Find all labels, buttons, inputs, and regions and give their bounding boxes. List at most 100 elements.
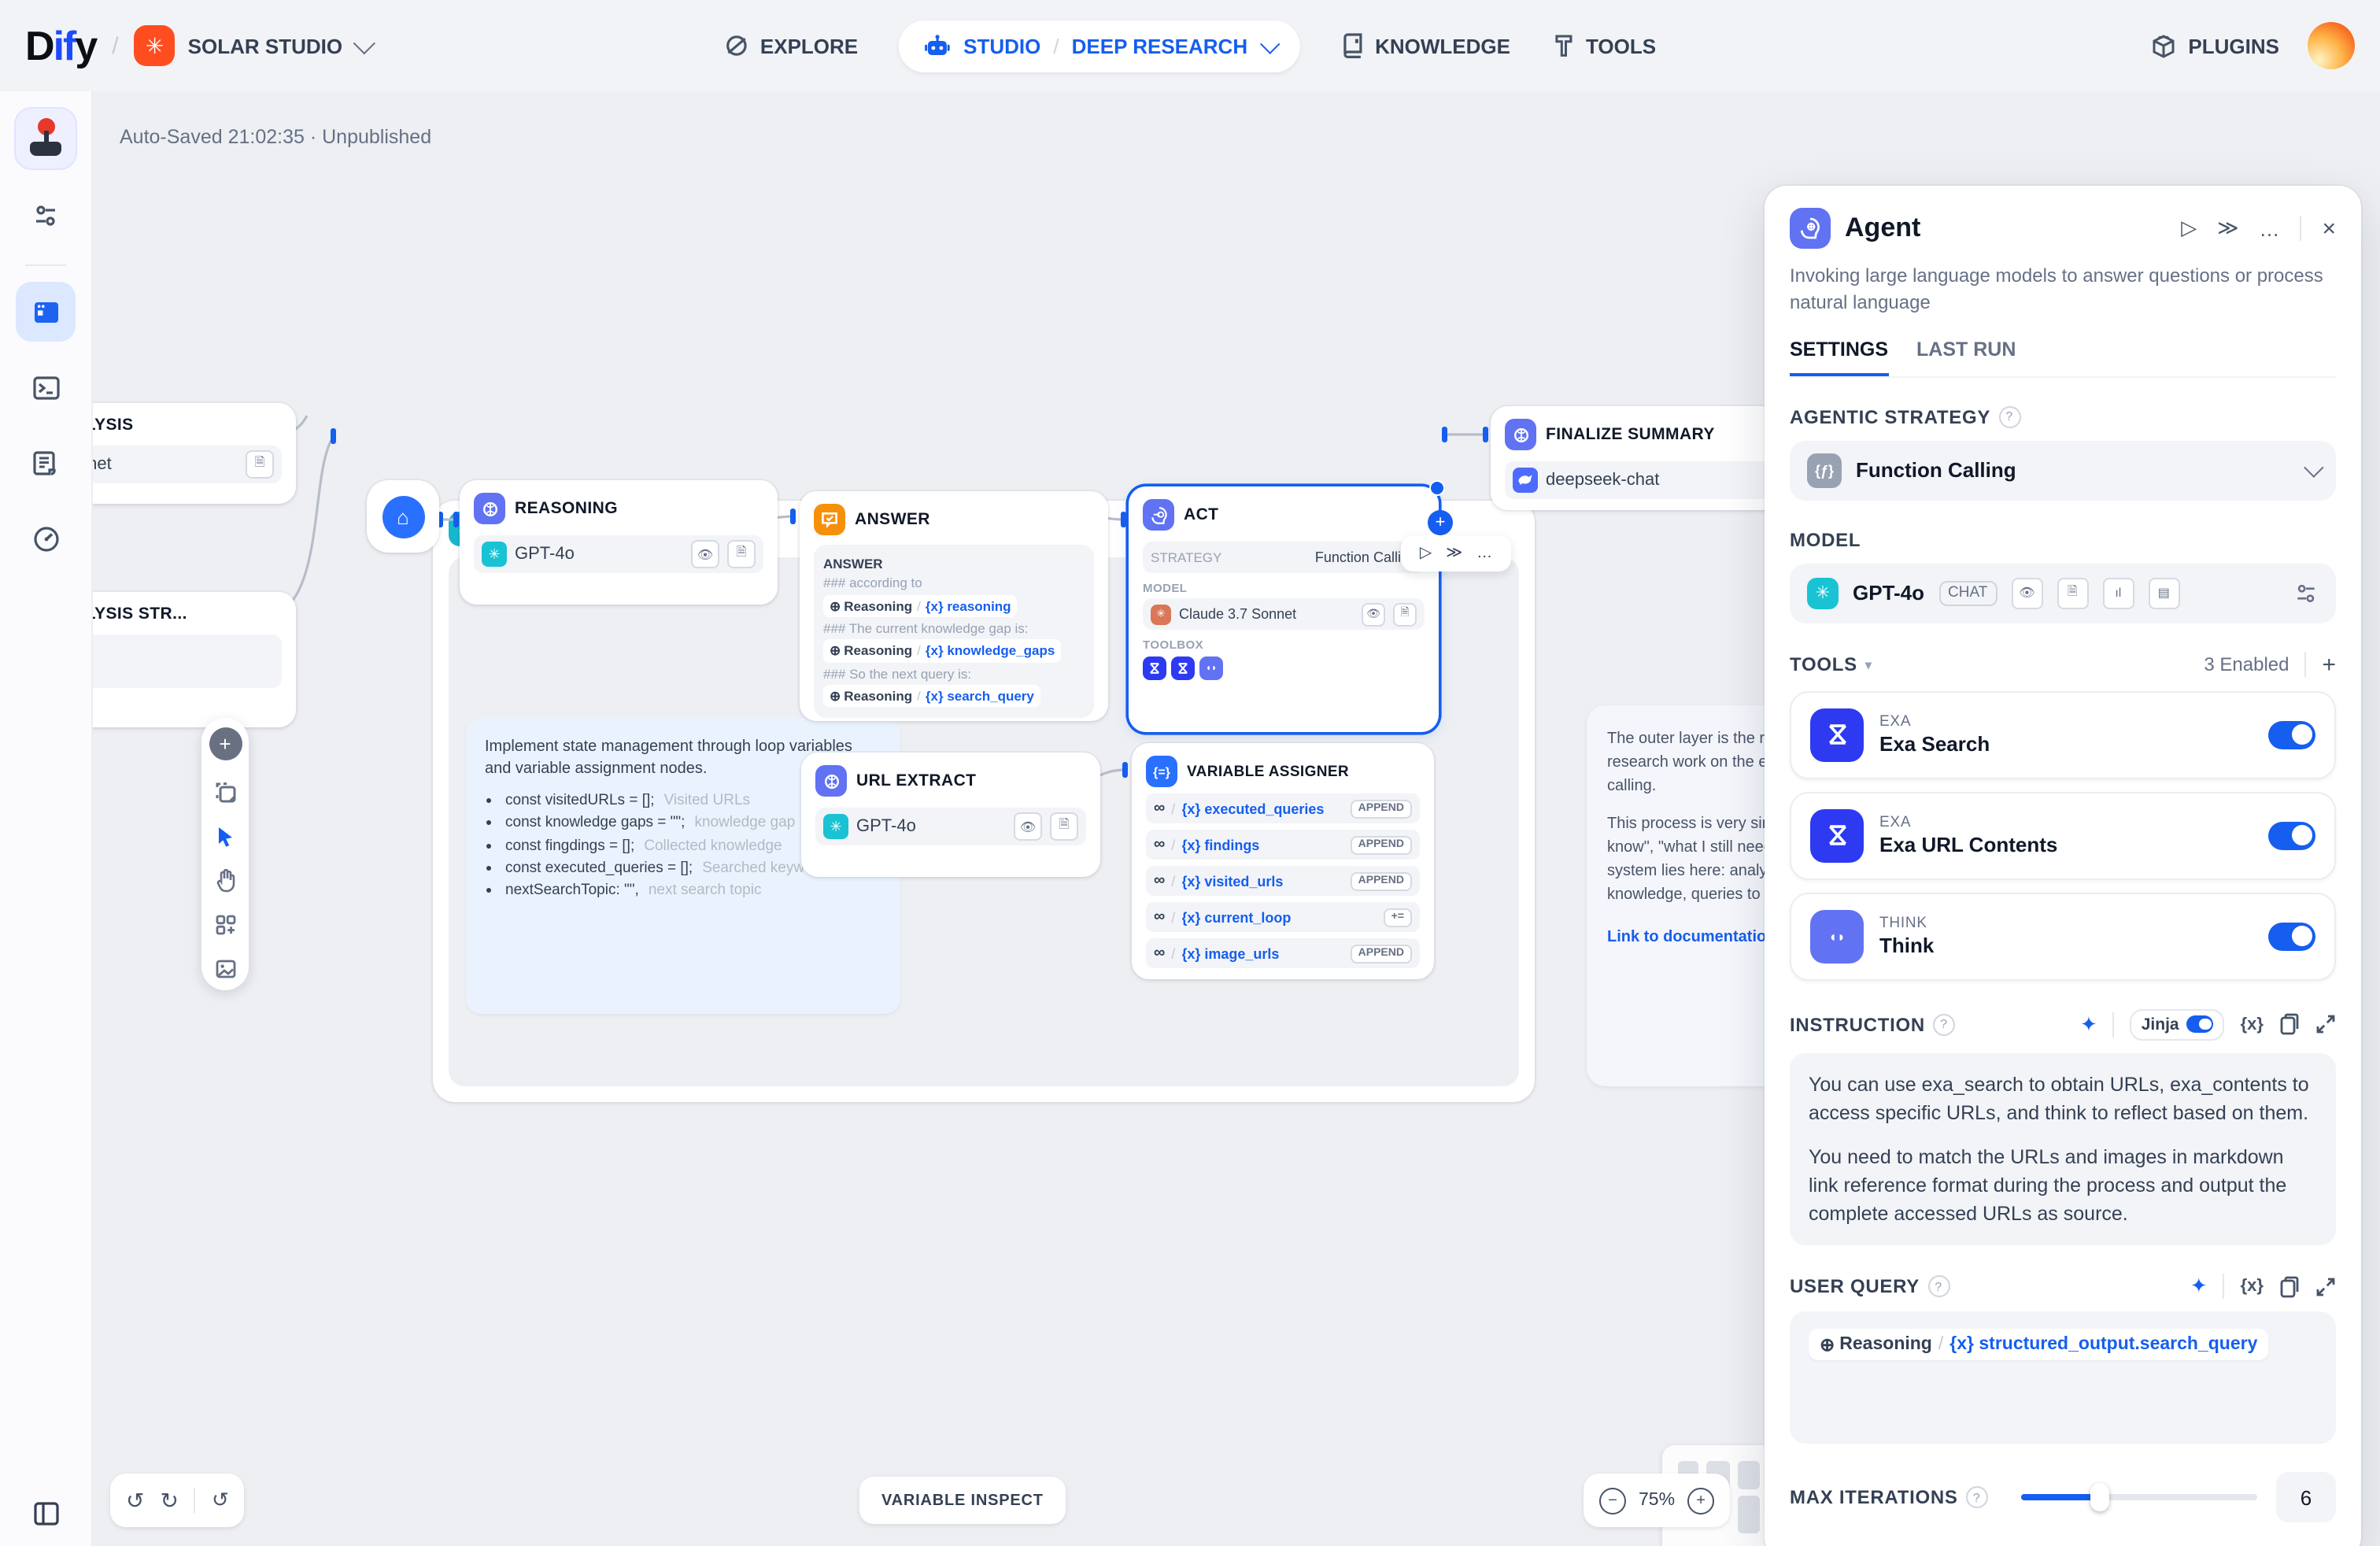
exa-search-icon[interactable] — [1143, 656, 1166, 680]
file-icon[interactable]: 🗎 — [727, 540, 756, 568]
file-icon: 🗎 — [2057, 578, 2088, 609]
redo-icon[interactable]: ↻ — [160, 1487, 178, 1514]
ref-node: Reasoning — [844, 596, 912, 616]
zoom-in-icon[interactable]: + — [1687, 1487, 1714, 1514]
copy-icon[interactable] — [2279, 1275, 2300, 1299]
node-act[interactable]: ACT STRATEGY Function Calling MODEL ✳ Cl… — [1129, 486, 1439, 732]
instruction-editor[interactable]: You can use exa_search to obtain URLs, e… — [1790, 1053, 2336, 1246]
panel-title[interactable]: Agent — [1845, 213, 2167, 244]
sidebar-item-orchestrate[interactable] — [16, 282, 76, 342]
user-query-header: USER QUERY? ✦ {x} — [1790, 1274, 2336, 1300]
file-icon[interactable]: 🗎 — [246, 450, 274, 479]
pointer-cursor-icon[interactable] — [214, 825, 236, 849]
user-avatar[interactable] — [2308, 22, 2355, 69]
run-icon[interactable]: ▷ — [2181, 216, 2197, 241]
max-iterations-value[interactable]: 6 — [2276, 1473, 2336, 1523]
dify-logo[interactable]: Dify — [25, 21, 96, 70]
help-icon[interactable]: ? — [1966, 1487, 1988, 1509]
model-params-icon[interactable] — [2293, 581, 2319, 606]
jinja-toggle[interactable]: Jinja — [2131, 1009, 2225, 1041]
tool-toggle[interactable] — [2268, 822, 2315, 850]
add-tool-icon[interactable]: + — [2322, 652, 2336, 679]
hand-icon[interactable] — [213, 869, 237, 893]
tool-card-exa-search[interactable]: EXA Exa Search — [1790, 691, 2336, 779]
expand-icon[interactable] — [2315, 1277, 2336, 1297]
help-icon[interactable]: ? — [1927, 1276, 1949, 1298]
undo-icon[interactable]: ↺ — [126, 1487, 144, 1514]
workspace-switcher[interactable]: ✳ SOLAR STUDIO — [135, 25, 369, 66]
vision-icon[interactable]: 👁 — [1014, 812, 1042, 841]
sidebar-item-api[interactable] — [16, 357, 76, 417]
change-history-icon[interactable]: ↺ — [212, 1488, 229, 1513]
insert-variable-icon[interactable]: {x} — [2241, 1015, 2264, 1034]
nav-item-explore[interactable]: EXPLORE — [724, 33, 858, 58]
help-icon[interactable]: ? — [1998, 406, 2020, 428]
variable-pill[interactable]: ⊕Reasoning / {x} structured_output.searc… — [1809, 1330, 2268, 1361]
run-all-icon[interactable]: ≫ — [2217, 216, 2238, 241]
help-icon[interactable]: ? — [1933, 1014, 1955, 1036]
model-chip[interactable]: ✳ GPT-4o 👁 🗎 — [474, 535, 763, 573]
node-answer[interactable]: ANSWER ANSWER ### according to ⊕Reasonin… — [800, 491, 1108, 721]
tab-last-run[interactable]: LAST RUN — [1916, 338, 2016, 376]
app-icon-joystick[interactable] — [14, 107, 77, 170]
selected-dot — [1429, 480, 1445, 496]
documentation-link[interactable]: Link to documentation — [1607, 929, 1776, 946]
add-node-button[interactable]: + — [209, 727, 242, 760]
generate-icon[interactable]: ✦ — [2190, 1274, 2208, 1300]
model-select[interactable]: ✳ GPT-4o CHAT 👁 🗎 ıl ▤ — [1790, 564, 2336, 623]
home-icon: ⌂ — [382, 495, 424, 538]
image-icon[interactable] — [213, 957, 237, 981]
expand-icon[interactable] — [2315, 1015, 2336, 1035]
tool-toggle[interactable] — [2268, 923, 2315, 951]
run-from-here-icon[interactable]: ≫ — [1446, 545, 1462, 562]
tab-settings[interactable]: SETTINGS — [1790, 338, 1888, 376]
assign-op-badge: APPEND — [1351, 799, 1412, 818]
note-code: const visitedURLs = []; — [505, 792, 655, 809]
file-icon[interactable]: 🗎 — [1393, 602, 1417, 626]
sidebar-collapse[interactable] — [0, 1500, 91, 1527]
close-icon[interactable]: × — [2322, 215, 2336, 242]
model-chip[interactable]: ✳ Claude 3.7 Sonnet 👁 🗎 — [1143, 598, 1425, 630]
sidebar-item-monitoring[interactable] — [16, 509, 76, 568]
slider-thumb[interactable] — [2090, 1484, 2109, 1512]
node-variable-assigner[interactable]: {=} VARIABLE ASSIGNER ∞/{x} executed_que… — [1132, 743, 1434, 979]
next-step-add-button[interactable]: + — [1428, 510, 1453, 535]
agentic-strategy-select[interactable]: {ƒ} Function Calling — [1790, 441, 2336, 501]
zoom-out-icon[interactable]: − — [1599, 1487, 1626, 1514]
max-iterations-slider[interactable] — [2021, 1495, 2257, 1501]
sidebar-item-logs[interactable] — [16, 433, 76, 493]
vision-icon[interactable]: 👁 — [691, 540, 719, 568]
generate-icon[interactable]: ✦ — [2080, 1012, 2097, 1037]
slash: / — [1938, 1336, 1943, 1355]
exa-contents-icon[interactable] — [1171, 656, 1195, 680]
node-url-extract[interactable]: URL EXTRACT ✳ GPT-4o 👁 🗎 — [801, 753, 1100, 877]
node-reasoning[interactable]: REASONING ✳ GPT-4o 👁 🗎 — [460, 480, 778, 605]
file-icon[interactable]: 🗎 — [1050, 812, 1078, 841]
insert-variable-icon[interactable]: {x} — [2241, 1278, 2264, 1296]
more-options-icon[interactable]: … — [1476, 545, 1492, 562]
tool-toggle[interactable] — [2268, 721, 2315, 749]
sidebar-item-settings-sliders[interactable] — [16, 186, 76, 246]
add-note-icon[interactable] — [213, 781, 237, 804]
model-chip[interactable]: ✳ GPT-4o 👁 🗎 — [815, 808, 1086, 845]
copy-icon[interactable] — [2279, 1013, 2300, 1037]
tool-card-exa-url-contents[interactable]: EXA Exa URL Contents — [1790, 792, 2336, 880]
caret-down-icon[interactable]: ▾ — [1865, 658, 1872, 672]
logo-d: D — [25, 21, 54, 68]
nav-item-plugins[interactable]: PLUGINS — [2150, 32, 2279, 59]
model-name: GPT-4o — [515, 545, 683, 564]
more-options-icon[interactable]: … — [2259, 216, 2279, 240]
tool-card-think[interactable]: ◖◗ THINK Think — [1790, 893, 2336, 981]
node-loop-start[interactable]: ⌂ — [367, 480, 439, 553]
vision-icon[interactable]: 👁 — [1362, 602, 1385, 626]
nav-item-tools[interactable]: TOOLS — [1551, 33, 1656, 58]
model-name: Claude 3.7 Sonnet — [1179, 606, 1354, 622]
run-node-icon[interactable]: ▷ — [1420, 545, 1432, 562]
nav-item-studio[interactable]: STUDIO / DEEP RESEARCH — [899, 20, 1299, 72]
nav-item-knowledge[interactable]: KNOWLEDGE — [1340, 33, 1510, 58]
variable-inspect-button[interactable]: VARIABLE INSPECT — [859, 1477, 1066, 1524]
think-icon[interactable]: ◖◗ — [1199, 656, 1223, 680]
export-dsl-icon[interactable] — [213, 913, 237, 937]
zoom-level[interactable]: 75% — [1639, 1491, 1675, 1510]
user-query-editor[interactable]: ⊕Reasoning / {x} structured_output.searc… — [1790, 1312, 2336, 1444]
